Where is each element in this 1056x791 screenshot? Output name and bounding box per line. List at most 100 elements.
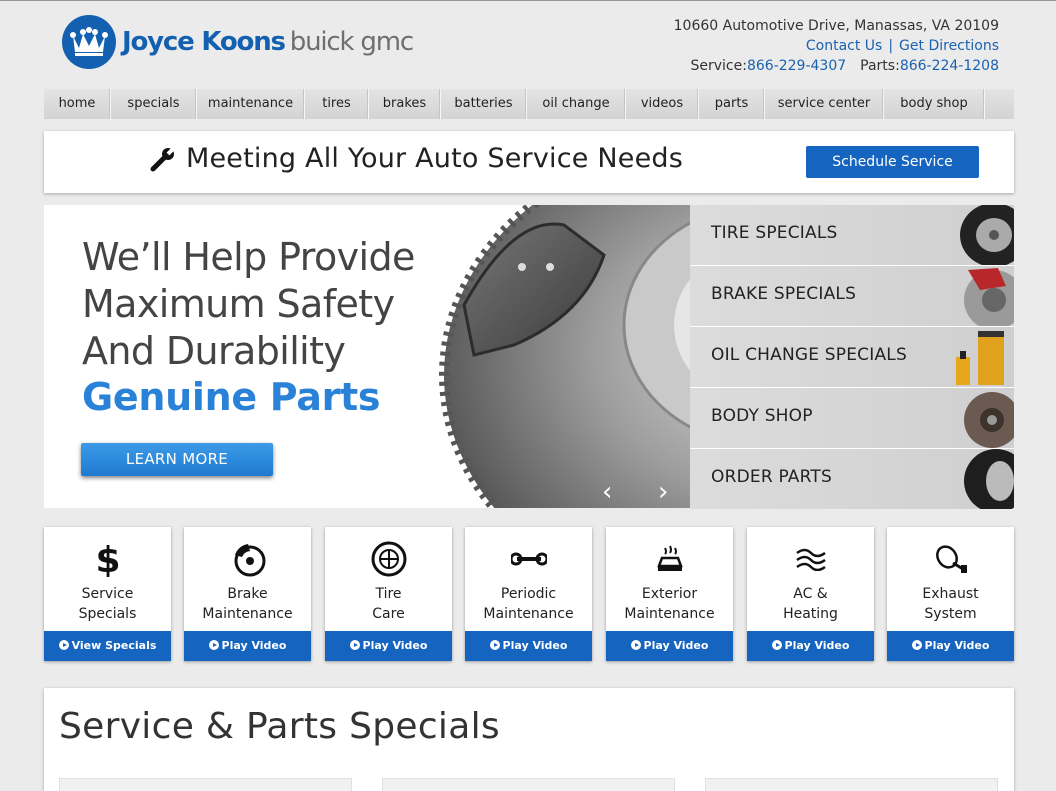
nav-brakes[interactable]: brakes xyxy=(369,89,441,119)
specials-heading: Service & Parts Specials xyxy=(59,706,500,747)
play-icon xyxy=(349,640,360,650)
gear-icon xyxy=(964,392,1014,448)
wrench-icon xyxy=(150,146,176,171)
side-link-label: OIL CHANGE SPECIALS xyxy=(711,345,907,365)
side-link-brake-specials[interactable]: BRAKE SPECIALS xyxy=(690,266,1014,327)
side-link-label: BRAKE SPECIALS xyxy=(711,284,857,304)
play-video-button[interactable]: Play Video xyxy=(887,631,1014,661)
card-button-label: Play Video xyxy=(784,639,850,652)
tire-icon xyxy=(960,205,1014,265)
service-phone-link[interactable]: 866-229-4307 xyxy=(747,58,846,74)
card-brake-maintenance[interactable]: Brake Maintenance Play Video xyxy=(184,527,311,661)
parts-phone-link[interactable]: 866-224-1208 xyxy=(900,58,999,74)
nav-service-center[interactable]: service center xyxy=(765,89,884,119)
side-link-order-parts[interactable]: ORDER PARTS xyxy=(690,449,1014,509)
card-service-specials[interactable]: $ Service Specials View Specials xyxy=(44,527,171,661)
slider-next-arrow[interactable]: › xyxy=(658,477,668,507)
side-link-label: BODY SHOP xyxy=(711,406,813,426)
card-label: AC & Heating xyxy=(783,586,838,622)
tire-icon xyxy=(964,449,1014,509)
tire-icon xyxy=(325,541,452,577)
side-link-label: TIRE SPECIALS xyxy=(711,223,838,243)
nav-body-shop[interactable]: body shop xyxy=(884,89,985,119)
card-button-label: View Specials xyxy=(71,639,157,652)
play-video-button[interactable]: Play Video xyxy=(606,631,733,661)
air-flow-icon xyxy=(747,541,874,577)
side-link-body-shop[interactable]: BODY SHOP xyxy=(690,388,1014,449)
card-ac-heating[interactable]: AC & Heating Play Video xyxy=(747,527,874,661)
svg-text:$: $ xyxy=(95,541,120,577)
special-offer-card[interactable] xyxy=(705,778,998,791)
brake-icon xyxy=(964,268,1014,326)
play-icon xyxy=(58,640,69,650)
logo-wordmark: Joyce Koons buick gmc xyxy=(122,27,414,57)
nav-specials[interactable]: specials xyxy=(111,89,197,119)
card-button-label: Play Video xyxy=(924,639,990,652)
service-phone-label: Service: xyxy=(690,58,747,74)
card-tire-care[interactable]: Tire Care Play Video xyxy=(325,527,452,661)
dealer-address: 10660 Automotive Drive, Manassas, VA 201… xyxy=(673,18,999,34)
nav-oil-change[interactable]: oil change xyxy=(527,89,626,119)
slider-prev-arrow[interactable]: ‹ xyxy=(602,477,612,507)
hero-line-2: Maximum Safety xyxy=(82,282,395,326)
card-label: Service Specials xyxy=(78,586,137,622)
play-video-button[interactable]: Play Video xyxy=(747,631,874,661)
banner-heading: Meeting All Your Auto Service Needs xyxy=(150,143,683,174)
view-specials-button[interactable]: View Specials xyxy=(44,631,171,661)
play-icon xyxy=(911,640,922,650)
card-button-label: Play Video xyxy=(643,639,709,652)
nav-maintenance[interactable]: maintenance xyxy=(197,89,305,119)
card-exhaust-system[interactable]: Exhaust System Play Video xyxy=(887,527,1014,661)
play-video-button[interactable]: Play Video xyxy=(325,631,452,661)
special-offer-card[interactable] xyxy=(382,778,675,791)
dealer-logo[interactable]: Joyce Koons buick gmc xyxy=(62,15,414,69)
nav-home[interactable]: home xyxy=(44,89,111,119)
card-label: Exhaust System xyxy=(922,586,979,622)
play-icon xyxy=(489,640,500,650)
header-contact: 10660 Automotive Drive, Manassas, VA 201… xyxy=(674,16,999,76)
play-video-button[interactable]: Play Video xyxy=(184,631,311,661)
main-nav: home specials maintenance tires brakes b… xyxy=(44,89,1014,119)
play-icon xyxy=(208,640,219,650)
link-separator: | xyxy=(888,38,894,54)
top-border xyxy=(0,0,1056,1)
parts-phone-label: Parts: xyxy=(860,58,900,74)
play-video-button[interactable]: Play Video xyxy=(465,631,592,661)
card-exterior-maintenance[interactable]: Exterior Maintenance Play Video xyxy=(606,527,733,661)
card-label: Tire Care xyxy=(372,586,405,622)
nav-videos[interactable]: videos xyxy=(626,89,699,119)
logo-brand: buick gmc xyxy=(289,27,414,57)
logo-name: Joyce Koons xyxy=(122,27,286,57)
hero-line-1: We’ll Help Provide xyxy=(82,235,415,279)
contact-us-link[interactable]: Contact Us xyxy=(806,38,882,54)
nav-parts[interactable]: parts xyxy=(699,89,765,119)
hero-line-3: And Durability xyxy=(82,329,346,373)
card-button-label: Play Video xyxy=(502,639,568,652)
play-icon xyxy=(771,640,782,650)
schedule-service-button[interactable]: Schedule Service xyxy=(806,146,979,178)
card-label: Brake Maintenance xyxy=(202,586,293,622)
wrench-icon xyxy=(465,541,592,577)
special-offer-card[interactable] xyxy=(59,778,352,791)
crown-logo-icon xyxy=(62,15,116,69)
card-button-label: Play Video xyxy=(362,639,428,652)
play-icon xyxy=(630,640,641,650)
dollar-icon: $ xyxy=(44,541,171,577)
learn-more-button[interactable]: LEARN MORE xyxy=(81,443,273,476)
hero-highlight: Genuine Parts xyxy=(82,375,381,419)
side-link-tire-specials[interactable]: TIRE SPECIALS xyxy=(690,205,1014,266)
nav-batteries[interactable]: batteries xyxy=(441,89,527,119)
get-directions-link[interactable]: Get Directions xyxy=(899,38,999,54)
side-link-oil-change-specials[interactable]: OIL CHANGE SPECIALS xyxy=(690,327,1014,388)
specials-section: Service & Parts Specials xyxy=(44,688,1014,791)
oil-filter-icon xyxy=(956,331,1004,385)
service-banner: Meeting All Your Auto Service Needs Sche… xyxy=(44,131,1014,193)
card-label: Periodic Maintenance xyxy=(483,586,574,622)
card-label: Exterior Maintenance xyxy=(624,586,715,622)
side-link-label: ORDER PARTS xyxy=(711,467,832,487)
car-wash-icon xyxy=(606,541,733,577)
card-periodic-maintenance[interactable]: Periodic Maintenance Play Video xyxy=(465,527,592,661)
card-button-label: Play Video xyxy=(221,639,287,652)
nav-tires[interactable]: tires xyxy=(305,89,369,119)
exhaust-icon xyxy=(887,541,1014,577)
